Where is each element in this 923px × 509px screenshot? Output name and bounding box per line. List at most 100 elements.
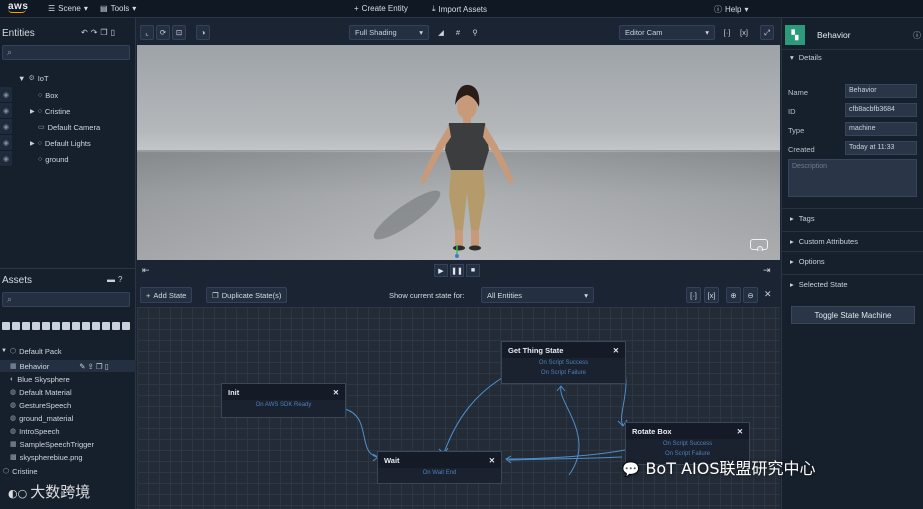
entity-filter-select[interactable]: All Entities ▾ <box>481 287 594 303</box>
help-icon[interactable]: ⓘ <box>913 30 921 41</box>
filter-icon[interactable] <box>2 322 10 330</box>
visibility-eye-icon[interactable]: ◉ <box>0 135 12 151</box>
duplicate-state-button[interactable]: ❐ Duplicate State(s) <box>206 287 288 303</box>
filter-icon[interactable] <box>72 322 80 330</box>
vr-headset-icon[interactable] <box>750 239 768 251</box>
assets-search-input[interactable]: ⌕ <box>2 292 130 307</box>
expand-icon[interactable]: ▼ <box>1 348 7 354</box>
tree-item-cristine[interactable]: ◉ ▶ ○ Cristine <box>0 103 136 119</box>
scene-menu[interactable]: ☰ Scene ▾ <box>48 4 88 13</box>
description-field[interactable]: Description <box>788 159 917 197</box>
asset-pack-cristine[interactable]: ⬡ Cristine <box>0 465 136 477</box>
toggle-state-machine-button[interactable]: Toggle State Machine <box>791 306 915 324</box>
close-icon[interactable]: ✕ <box>737 427 743 436</box>
scene-viewport[interactable] <box>137 45 780 260</box>
trash-icon[interactable]: ▯ <box>105 362 111 371</box>
help-icon[interactable]: ? <box>118 275 125 284</box>
tags-section-header[interactable]: ▸ Tags <box>782 208 923 228</box>
tree-item-box[interactable]: ◉ ○ Box <box>0 87 136 103</box>
asset-item[interactable]: ◍ GestureSpeech <box>0 399 136 411</box>
undo-icon[interactable]: ↶ <box>81 28 91 37</box>
asset-item[interactable]: ▩ skyspherebiue.png <box>0 451 136 463</box>
details-section-header[interactable]: ▾ Details <box>782 49 923 65</box>
pause-icon[interactable]: ❚❚ <box>450 264 464 277</box>
redo-icon[interactable]: ↷ <box>91 28 101 37</box>
tree-item-iot[interactable]: ▼ ⚙ IoT <box>0 70 136 86</box>
state-node-init[interactable]: Init ✕ On AWS SDK Ready <box>221 383 346 418</box>
fullscreen-icon[interactable]: ⤢ <box>760 25 774 40</box>
custom-attributes-section-header[interactable]: ▸ Custom Attributes <box>782 231 923 251</box>
collapse-left-icon[interactable]: ⇤ <box>142 265 150 276</box>
visibility-eye-icon[interactable]: ◉ <box>0 103 12 119</box>
tools-menu[interactable]: ▤ Tools ▾ <box>100 4 136 13</box>
aws-logo[interactable]: aws <box>8 1 28 13</box>
shading-select[interactable]: Full Shading ▾ <box>349 25 429 40</box>
help-menu[interactable]: ⓘ Help ▾ <box>714 4 748 15</box>
asset-item[interactable]: ◍ ground_material <box>0 412 136 424</box>
translate-tool-icon[interactable]: ⌞ <box>140 25 154 40</box>
tree-item-default-camera[interactable]: ◉ ▭ Default Camera <box>0 119 136 135</box>
close-icon[interactable]: ✕ <box>613 346 619 355</box>
scale-tool-icon[interactable]: ⊡ <box>172 25 186 40</box>
asset-pack-default[interactable]: ▼ ⬡ Default Pack <box>0 345 136 357</box>
frame-all-icon[interactable]: [x] <box>704 287 719 303</box>
filter-icon[interactable] <box>22 322 30 330</box>
create-entity-button[interactable]: + Create Entity <box>354 4 408 13</box>
options-section-header[interactable]: ▸ Options <box>782 251 923 271</box>
global-local-icon[interactable]: ◑ <box>196 25 210 40</box>
import-assets-button[interactable]: ⤓ Import Assets <box>432 4 487 14</box>
visibility-eye-icon[interactable]: ◉ <box>0 151 12 167</box>
expand-icon[interactable]: ▼ <box>18 74 25 83</box>
filter-icon[interactable] <box>62 322 70 330</box>
zoom-out-icon[interactable]: ⊖ <box>743 287 758 303</box>
camera-select[interactable]: Editor Cam ▾ <box>619 25 715 40</box>
selected-state-section-header[interactable]: ▸ Selected State <box>782 274 923 294</box>
delete-icon[interactable]: ▯ <box>111 28 118 37</box>
state-node-get-thing-state[interactable]: Get Thing State ✕ On Script Success On Sc… <box>501 341 626 384</box>
frame-all-icon[interactable]: [x] <box>737 25 751 40</box>
asset-item[interactable]: ◍ IntroSpeech <box>0 425 136 437</box>
state-node-wait[interactable]: Wait ✕ On Wait End <box>377 451 502 484</box>
filter-icon[interactable] <box>52 322 60 330</box>
collapse-right-icon[interactable]: ⇥ <box>763 265 771 276</box>
tree-item-default-lights[interactable]: ◉ ▶ ○ Default Lights <box>0 135 136 151</box>
filter-icon[interactable] <box>82 322 90 330</box>
grid-icon[interactable]: # <box>451 25 465 40</box>
close-icon[interactable]: ✕ <box>489 456 495 465</box>
wrench-icon[interactable]: ⚲ <box>468 25 482 40</box>
play-icon[interactable]: ▶ <box>434 264 448 277</box>
duplicate-icon[interactable]: ❐ <box>96 362 105 371</box>
filter-icon[interactable] <box>112 322 120 330</box>
character-model[interactable] <box>137 45 780 260</box>
entities-search-input[interactable]: ⌕ <box>2 45 130 60</box>
expand-icon[interactable]: ▶ <box>30 140 35 147</box>
rotate-tool-icon[interactable]: ⟳ <box>156 25 170 40</box>
tree-item-ground[interactable]: ◉ ○ ground <box>0 151 136 167</box>
edit-icon[interactable]: ✎ <box>79 362 87 371</box>
expand-icon[interactable]: ▶ <box>30 108 35 115</box>
filter-icon[interactable] <box>12 322 20 330</box>
close-icon[interactable]: ✕ <box>333 388 339 397</box>
filter-icon[interactable] <box>102 322 110 330</box>
visibility-eye-icon[interactable]: ◉ <box>0 119 12 135</box>
id-field[interactable]: cfb8acbfb3684 <box>845 103 917 117</box>
filter-icon[interactable] <box>32 322 40 330</box>
filter-icon[interactable] <box>92 322 100 330</box>
visibility-eye-icon[interactable]: ◉ <box>0 87 12 103</box>
share-icon[interactable]: ⇪ <box>88 362 96 371</box>
asset-item[interactable]: ▦ Behavior ✎⇪❐▯ <box>0 360 136 372</box>
filter-icon[interactable] <box>122 322 130 330</box>
add-state-button[interactable]: + Add State <box>140 287 193 303</box>
zoom-in-icon[interactable]: ⊕ <box>726 287 741 303</box>
folder-icon[interactable]: ▬ <box>107 275 118 284</box>
asset-item[interactable]: ◍ Default Material <box>0 386 136 398</box>
stop-icon[interactable]: ■ <box>466 264 480 277</box>
frame-selection-icon[interactable]: [·] <box>686 287 701 303</box>
asset-item[interactable]: ▦ SampleSpeechTrigger <box>0 438 136 450</box>
close-icon[interactable]: ✕ <box>764 289 772 300</box>
frame-selection-icon[interactable]: [·] <box>720 25 734 40</box>
copy-icon[interactable]: ❐ <box>100 28 110 37</box>
name-field[interactable]: Behavior <box>845 84 917 98</box>
filter-icon[interactable] <box>42 322 50 330</box>
asset-item[interactable]: ◐ Blue Skysphere <box>0 373 136 385</box>
